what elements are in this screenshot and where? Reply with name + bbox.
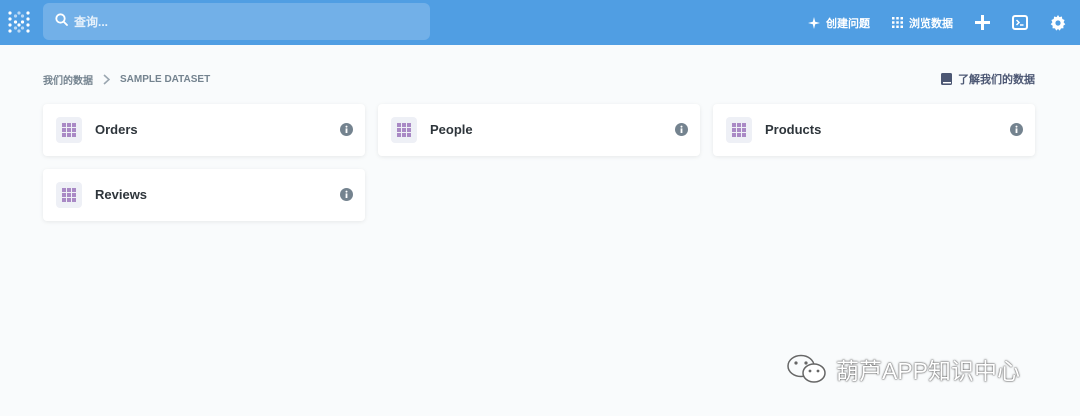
nav-actions: 创建问题 浏览数据 [786,0,1066,45]
breadcrumb-root[interactable]: 我们的数据 [43,72,93,87]
learn-about-data-label: 了解我们的数据 [958,74,1035,86]
info-icon[interactable] [675,123,688,136]
search-icon [55,12,68,31]
breadcrumb: 我们的数据 SAMPLE DATASET [43,72,210,87]
table-grid-icon [726,117,752,143]
learn-about-data-link[interactable]: 了解我们的数据 [941,71,1035,87]
info-icon[interactable] [1010,123,1023,136]
table-card-people[interactable]: People [378,104,700,156]
browse-data-button[interactable]: 浏览数据 [892,15,953,31]
table-name: Products [765,122,822,137]
chevron-right-icon [103,74,110,85]
grid-icon [892,17,903,28]
sparkle-icon [808,16,820,29]
table-card-products[interactable]: Products [713,104,1035,156]
table-name: Orders [95,122,138,137]
gear-icon[interactable] [1050,14,1066,31]
top-nav: 创建问题 浏览数据 [0,0,1080,45]
sql-editor-icon[interactable] [1012,15,1028,30]
table-name: Reviews [95,187,148,202]
search-input[interactable] [74,14,404,29]
watermark-text: 葫芦APP知识中心 [836,358,1021,384]
wechat-icon [786,354,828,384]
table-card-reviews[interactable]: Reviews [43,169,365,221]
table-grid-icon [56,117,82,143]
watermark: 葫芦APP知识中心 [786,352,1020,386]
table-grid-icon [391,117,417,143]
create-question-label: 创建问题 [826,17,870,30]
table-grid-icon [56,182,82,208]
info-icon[interactable] [340,188,353,201]
table-card-orders[interactable]: Orders [43,104,365,156]
browse-data-label: 浏览数据 [909,17,953,30]
metabase-logo-icon[interactable] [8,10,30,34]
create-question-button[interactable]: 创建问题 [808,15,870,31]
table-name: People [430,122,473,137]
book-icon [941,73,952,85]
breadcrumb-current: SAMPLE DATASET [120,74,211,85]
search-bar[interactable] [43,3,430,40]
info-icon[interactable] [340,123,353,136]
add-icon[interactable] [975,15,990,30]
